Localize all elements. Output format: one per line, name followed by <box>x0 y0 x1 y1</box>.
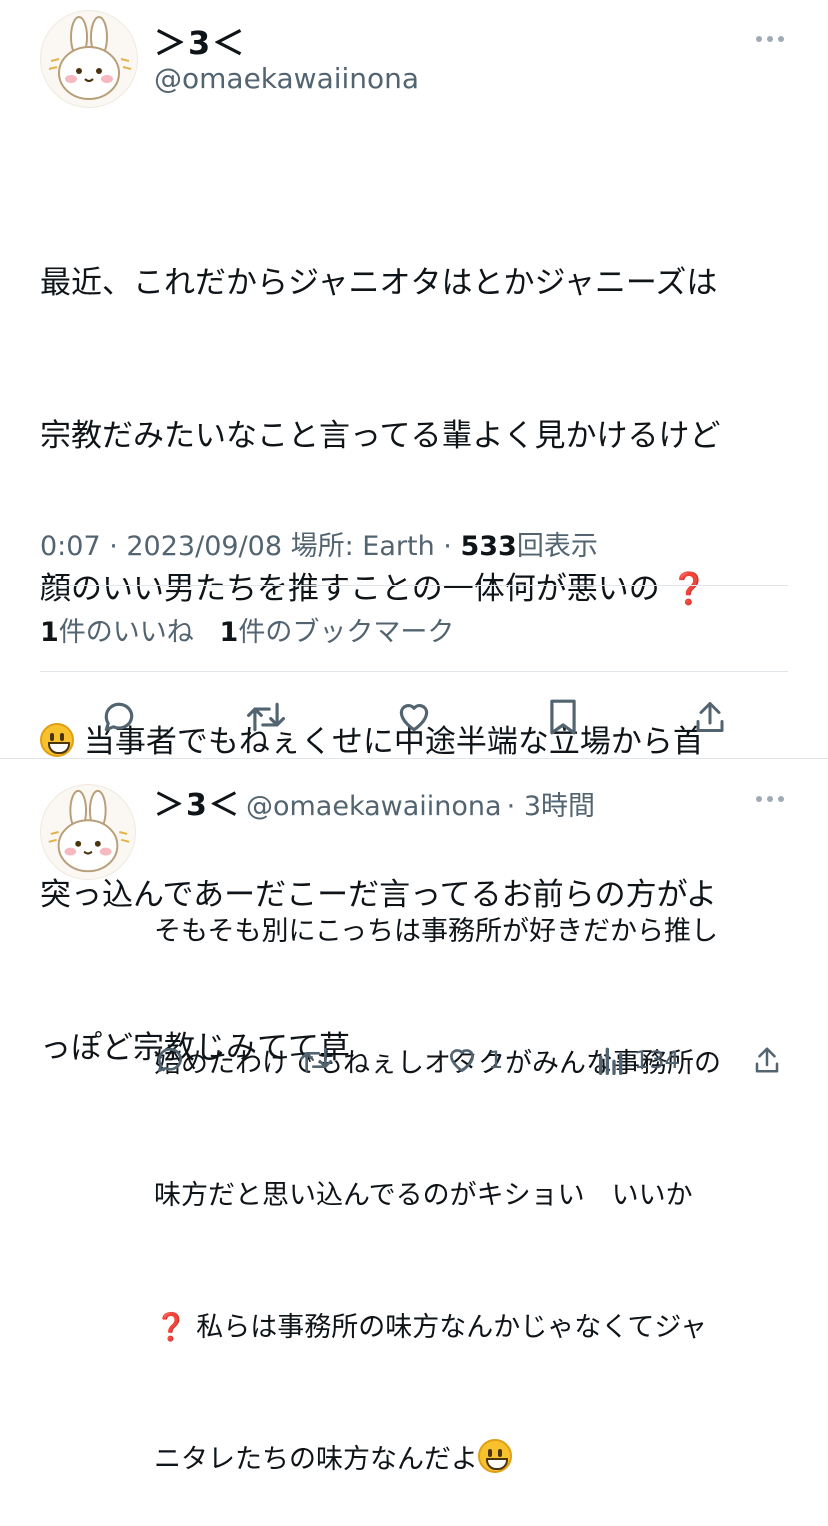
reply-line: ❓ 私らは事務所の味方なんかじゃなくてジャ <box>154 1306 804 1350</box>
tweet-line-text: 当事者でもねぇくせに中途半端な立場から首 <box>83 724 704 760</box>
share-icon <box>755 1047 779 1073</box>
tweet-line: 最近、これだからジャニオタはとかジャニーズは <box>40 265 718 301</box>
more-icon <box>756 36 762 42</box>
bookmarks-label: 件のブックマーク <box>238 617 455 648</box>
grinning-emoji-icon <box>40 723 74 757</box>
tweet-line: 宗教だみたいなこと言ってる輩よく見かけるけど <box>40 418 721 454</box>
likes-count: 1 <box>40 617 59 648</box>
reply-icon <box>104 702 134 732</box>
grinning-emoji-icon <box>478 1439 512 1473</box>
timestamp[interactable]: 0:07 · 2023/09/08 <box>40 531 282 562</box>
more-icon-dot <box>778 36 784 42</box>
question-emoji-icon: ❓ <box>669 571 709 607</box>
reply-avatar[interactable] <box>40 784 136 880</box>
reply-like-count: 1 <box>488 1046 504 1074</box>
more-icon-dot <box>767 796 773 802</box>
bookmark-button[interactable] <box>546 698 580 736</box>
reply-views-count: 134 <box>634 1046 680 1074</box>
reply-handle[interactable]: @omaekawaiinona <box>246 791 502 822</box>
views-label: 回表示 <box>516 531 598 562</box>
tweet-meta: 0:07 · 2023/09/08 場所: Earth · 533回表示 <box>40 524 598 563</box>
heart-icon <box>450 1049 474 1072</box>
reply-like-button[interactable]: 1 <box>446 1044 503 1076</box>
location: 場所: Earth <box>290 531 435 562</box>
tweet-line-text: 顔のいい男たちを推すことの一体何が悪いの <box>40 571 660 607</box>
bookmarks-stat[interactable]: 1件のブックマーク <box>220 617 455 648</box>
share-button[interactable] <box>692 698 728 736</box>
tweet-line: 顔のいい男たちを推すことの一体何が悪いの ❓ <box>40 564 800 615</box>
reply-line-text: ニタレたちの味方なんだよ <box>154 1444 478 1475</box>
reply-more-options-button[interactable] <box>756 796 784 802</box>
reply-line-text: 私らは事務所の味方なんかじゃなくてジャ <box>196 1312 708 1343</box>
likes-label: 件のいいね <box>58 617 194 648</box>
likes-stat[interactable]: 1件のいいね <box>40 617 194 648</box>
reply-share-button[interactable] <box>752 1044 782 1076</box>
engagement-stats: 1件のいいね 1件のブックマーク <box>40 610 454 649</box>
reply-line: 味方だと思い込んでるのがキショい いいか <box>154 1180 693 1211</box>
retweet-icon <box>300 1048 332 1072</box>
divider <box>40 671 788 672</box>
more-icon <box>756 796 762 802</box>
bookmark-icon <box>550 699 576 735</box>
bookmarks-count: 1 <box>219 617 239 648</box>
more-options-button[interactable] <box>756 36 784 42</box>
heart-icon <box>399 704 429 732</box>
bunny-avatar-icon <box>48 789 130 873</box>
views-icon <box>599 1047 623 1075</box>
share-icon <box>696 702 724 732</box>
reply-reply-button[interactable] <box>154 1044 186 1076</box>
views-count: 533 <box>460 531 517 562</box>
divider <box>0 758 828 759</box>
like-button[interactable] <box>395 698 433 736</box>
reply-retweet-button[interactable] <box>298 1044 334 1076</box>
display-name[interactable]: ＞3＜ <box>154 18 246 64</box>
reply-line: ニタレたちの味方なんだよ <box>154 1438 804 1482</box>
meta-separator: · <box>443 531 452 562</box>
more-icon-dot <box>778 796 784 802</box>
reply-button[interactable] <box>100 698 138 736</box>
reply-time[interactable]: · 3時間 <box>507 791 595 822</box>
avatar[interactable] <box>40 10 138 108</box>
reply-text: そもそも別にこっちは事務所が好きだから推し 始めたわけでもねぇしオタクがみんな事… <box>154 822 804 1526</box>
more-icon-dot <box>767 36 773 42</box>
reply-header: ＞3＜ @omaekawaiinona · 3時間 <box>154 780 595 824</box>
retweet-button[interactable] <box>245 698 287 736</box>
user-handle[interactable]: @omaekawaiinona <box>154 62 419 95</box>
bunny-avatar-icon <box>48 16 132 100</box>
reply-display-name[interactable]: ＞3＜ <box>154 788 241 823</box>
reply-icon <box>157 1047 182 1072</box>
question-emoji-icon: ❓ <box>154 1312 188 1343</box>
reply-line: そもそも別にこっちは事務所が好きだから推し <box>154 916 719 947</box>
retweet-icon <box>246 702 285 732</box>
reply-views-button[interactable]: 134 <box>596 1044 680 1076</box>
divider <box>40 585 788 586</box>
